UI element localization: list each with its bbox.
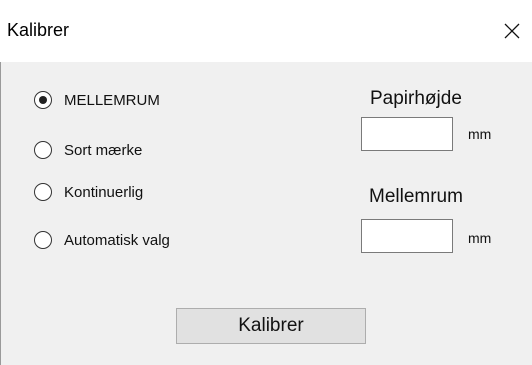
- radio-kontinuerlig[interactable]: Kontinuerlig: [34, 180, 143, 204]
- paper-height-unit: mm: [468, 126, 492, 142]
- radio-sort-maerke[interactable]: Sort mærke: [34, 138, 142, 162]
- radio-label: Sort mærke: [64, 141, 143, 159]
- radio-button[interactable]: [34, 141, 52, 159]
- window-title: Kalibrer: [7, 20, 70, 40]
- radio-label: MELLEMRUM: [64, 91, 160, 109]
- close-button[interactable]: [492, 14, 532, 48]
- title-bar: Kalibrer: [0, 0, 532, 62]
- close-icon: [504, 23, 520, 39]
- radio-selected-icon: [38, 95, 47, 104]
- calibrate-button[interactable]: Kalibrer: [176, 308, 366, 344]
- radio-button[interactable]: [34, 91, 52, 109]
- gap-input[interactable]: [361, 219, 453, 253]
- calibrate-dialog: Kalibrer MELLEMRUM Sort mærke Kontinuerl…: [0, 0, 532, 365]
- window-edge: [0, 62, 1, 365]
- radio-mellemrum[interactable]: MELLEMRUM: [34, 88, 160, 112]
- paper-height-input[interactable]: [361, 117, 453, 151]
- radio-button[interactable]: [34, 231, 52, 249]
- gap-label: Mellemrum: [369, 186, 463, 207]
- radio-label: Kontinuerlig: [64, 183, 144, 201]
- radio-button[interactable]: [34, 183, 52, 201]
- radio-automatisk-valg[interactable]: Automatisk valg: [34, 228, 170, 252]
- paper-height-label: Papirhøjde: [370, 88, 462, 109]
- radio-label: Automatisk valg: [64, 231, 170, 249]
- dialog-body: MELLEMRUM Sort mærke Kontinuerlig Automa…: [0, 62, 532, 365]
- gap-unit: mm: [468, 230, 492, 246]
